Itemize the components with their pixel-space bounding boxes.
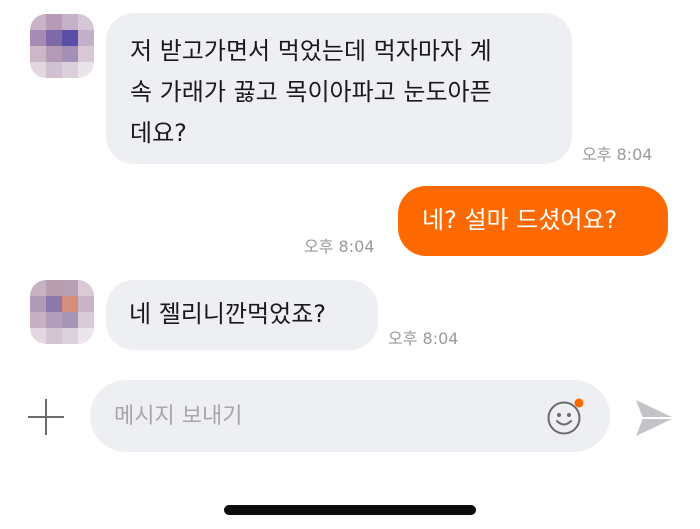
sender-avatar[interactable] bbox=[30, 14, 94, 78]
message-timestamp: 오후 8:04 bbox=[304, 237, 375, 256]
message-timestamp: 오후 8:04 bbox=[388, 329, 459, 348]
message-line: 데요? bbox=[130, 119, 187, 147]
home-indicator[interactable] bbox=[224, 505, 476, 515]
message-line: 네 젤리니깐먹었죠? bbox=[129, 300, 327, 328]
message-bubble-outgoing[interactable]: 네? 설마 드셨어요? bbox=[398, 186, 668, 256]
message-bubble-incoming[interactable]: 저 받고가면서 먹었는데 먹자마자 계 속 가래가 끓고 목이아파고 눈도아픈 … bbox=[106, 13, 572, 164]
chat-screen: 저 받고가면서 먹었는데 먹자마자 계 속 가래가 끓고 목이아파고 눈도아픈 … bbox=[0, 0, 700, 529]
emoji-badge-dot bbox=[574, 398, 584, 408]
message-bubble-incoming[interactable]: 네 젤리니깐먹었죠? bbox=[106, 280, 378, 350]
send-icon-graphic bbox=[636, 400, 674, 436]
message-line: 저 받고가면서 먹었는데 먹자마자 계 bbox=[130, 37, 492, 65]
smiley-icon-graphic bbox=[547, 398, 584, 435]
message-line: 네? 설마 드셨어요? bbox=[422, 206, 618, 234]
message-input-placeholder: 메시지 보내기 bbox=[114, 404, 243, 429]
sender-avatar[interactable] bbox=[30, 280, 94, 344]
send-icon[interactable] bbox=[634, 398, 676, 438]
message-line: 속 가래가 끓고 목이아파고 눈도아픈 bbox=[130, 78, 492, 106]
plus-icon[interactable] bbox=[26, 397, 66, 437]
smiley-icon[interactable] bbox=[546, 396, 586, 436]
message-timestamp: 오후 8:04 bbox=[582, 145, 653, 164]
message-input[interactable]: 메시지 보내기 bbox=[90, 380, 610, 452]
